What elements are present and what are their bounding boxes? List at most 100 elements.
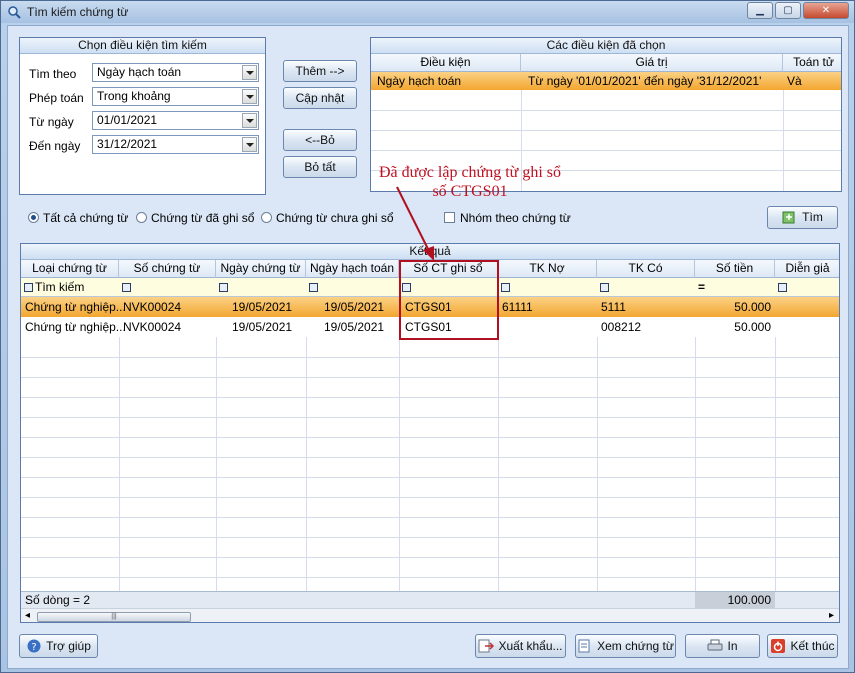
grid-line: [21, 357, 839, 358]
svg-text:?: ?: [31, 642, 36, 653]
remove-condition-button[interactable]: <--Bỏ: [283, 129, 357, 151]
search-button[interactable]: Tìm: [767, 206, 838, 229]
horizontal-scrollbar[interactable]: ◂ ||| ▸: [21, 608, 839, 622]
from-date-value: 01/01/2021: [97, 113, 158, 127]
radio-icon: [136, 212, 147, 223]
col-amount[interactable]: Số tiền: [695, 260, 775, 278]
scroll-thumb[interactable]: |||: [37, 612, 191, 622]
col-voucher-type[interactable]: Loại chứng từ: [21, 260, 119, 278]
radio-icon: [261, 212, 272, 223]
grid-line: [21, 377, 839, 378]
col-voucher-no[interactable]: Số chứng từ: [119, 260, 216, 278]
print-button[interactable]: In: [685, 634, 760, 658]
col-credit-account[interactable]: TK Có: [597, 260, 695, 278]
highlight-box: [399, 260, 499, 340]
col-voucher-date[interactable]: Ngày chứng từ: [216, 260, 306, 278]
grid-line: [597, 337, 598, 591]
filter-credit-account[interactable]: [600, 278, 611, 296]
minimize-button[interactable]: ▁: [747, 2, 773, 19]
exit-button[interactable]: Kết thúc: [767, 634, 838, 658]
summary-row: Số dòng = 2 100.000: [21, 591, 839, 608]
remove-all-button[interactable]: Bỏ tất: [283, 156, 357, 178]
cell-credit-account: 5111: [601, 300, 626, 314]
cell-posting-date: 19/05/2021: [324, 320, 385, 334]
radio-posted-vouchers[interactable]: Chứng từ đã ghi sổ: [136, 211, 254, 225]
search-icon: [782, 211, 795, 224]
radio-not-posted-vouchers[interactable]: Chứng từ chưa ghi sổ: [261, 211, 394, 225]
group-by-voucher-checkbox[interactable]: Nhóm theo chứng từ: [444, 211, 571, 225]
operator-select[interactable]: Trong khoảng: [92, 87, 259, 106]
maximize-button[interactable]: ▢: [775, 2, 801, 19]
radio-all-vouchers[interactable]: Tất cả chứng từ: [28, 211, 128, 225]
search-by-select[interactable]: Ngày hạch toán: [92, 63, 259, 82]
filter-icon: [309, 283, 318, 292]
radio-not-posted-label: Chứng từ chưa ghi sổ: [276, 211, 394, 225]
grid-line: [498, 337, 499, 591]
group-by-voucher-label: Nhóm theo chứng từ: [460, 211, 571, 225]
grid-line: [775, 337, 776, 591]
col-operator[interactable]: Toán tử: [783, 54, 841, 72]
help-button[interactable]: ? Trợ giúp: [19, 634, 98, 658]
view-voucher-button[interactable]: Xem chứng từ: [575, 634, 676, 658]
export-button[interactable]: Xuất khẩu...: [475, 634, 566, 658]
condition-cell: Ngày hạch toán: [377, 74, 462, 88]
close-button[interactable]: ✕: [803, 2, 849, 19]
help-icon: ?: [27, 639, 41, 653]
grid-line: [21, 577, 839, 578]
filter-icon: [600, 283, 609, 292]
grid-line: [21, 437, 839, 438]
from-date-picker[interactable]: 01/01/2021: [92, 111, 259, 130]
annotation-line-1: Đã được lập chứng từ ghi sổ: [379, 164, 561, 181]
view-voucher-label: Xem chứng từ: [597, 639, 674, 653]
to-date-picker[interactable]: 31/12/2021: [92, 135, 259, 154]
chevron-down-icon[interactable]: [242, 113, 257, 128]
search-by-value: Ngày hạch toán: [97, 65, 182, 79]
scroll-right-icon[interactable]: ▸: [829, 610, 834, 621]
chevron-down-icon[interactable]: [242, 65, 257, 80]
filter-icon: [501, 283, 510, 292]
filter-voucher-type[interactable]: Tìm kiếm: [24, 278, 84, 296]
filter-voucher-no[interactable]: [122, 278, 133, 296]
scroll-left-icon[interactable]: ◂: [25, 610, 30, 621]
filter-posting-date[interactable]: [309, 278, 320, 296]
col-debit-account[interactable]: TK Nợ: [498, 260, 597, 278]
filter-voucher-date[interactable]: [219, 278, 230, 296]
exit-label: Kết thúc: [790, 639, 835, 653]
col-posting-date[interactable]: Ngày hạch toán: [306, 260, 399, 278]
search-button-label: Tìm: [802, 210, 823, 224]
cell-voucher-date: 19/05/2021: [232, 300, 293, 314]
filter-description[interactable]: [778, 278, 789, 296]
filter-debit-account[interactable]: [501, 278, 512, 296]
selected-condition-row[interactable]: Ngày hạch toán Từ ngày '01/01/2021' đến …: [371, 72, 841, 90]
filter-row-label: Tìm kiếm: [35, 280, 85, 294]
cell-voucher-date: 19/05/2021: [232, 320, 293, 334]
col-value[interactable]: Giá trị: [521, 54, 783, 72]
grid-line: [695, 337, 696, 591]
grid-line: [21, 457, 839, 458]
selected-header: Các điều kiện đã chọn: [371, 38, 841, 54]
operator-label: Phép toán: [29, 91, 84, 105]
filter-icon: [219, 283, 228, 292]
filter-amount-operator[interactable]: =: [698, 278, 705, 296]
export-icon: [478, 639, 495, 653]
cell-credit-account: 008212: [601, 320, 642, 334]
chevron-down-icon[interactable]: [242, 89, 257, 104]
grid-line: [783, 90, 784, 191]
filter-icon: [122, 283, 131, 292]
col-condition[interactable]: Điều kiện: [371, 54, 521, 72]
search-by-label: Tìm theo: [29, 67, 77, 81]
grid-line: [21, 477, 839, 478]
cell-amount: 50.000: [734, 300, 771, 314]
cell-posting-date: 19/05/2021: [324, 300, 385, 314]
operator-cell: Và: [787, 74, 802, 88]
grid-line: [21, 537, 839, 538]
grid-line: [371, 130, 841, 131]
update-condition-button[interactable]: Cập nhật: [283, 87, 357, 109]
printer-icon: [707, 639, 723, 651]
to-date-label: Đến ngày: [29, 139, 81, 153]
chevron-down-icon[interactable]: [242, 137, 257, 152]
grid-line: [21, 517, 839, 518]
add-condition-button[interactable]: Thêm -->: [283, 60, 357, 82]
col-description[interactable]: Diễn giả: [775, 260, 839, 278]
power-icon: [771, 639, 786, 653]
